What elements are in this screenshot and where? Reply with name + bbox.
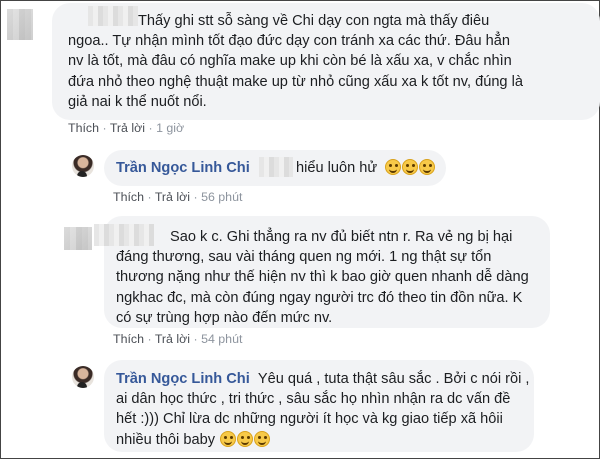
blurred-tag[interactable] bbox=[259, 157, 293, 177]
comment-text-line: đứa nhỏ theo nghệ thuật make up từ nhỏ c… bbox=[68, 73, 523, 90]
reply-bubble: Trần Ngọc Linh Chi hiểu luôn hử bbox=[104, 150, 446, 186]
reply-text-line: có sự trùng hợp nào đến mức nv. bbox=[116, 309, 333, 326]
author-avatar[interactable] bbox=[72, 155, 94, 177]
smiling-emoji-icon bbox=[237, 430, 254, 447]
separator: · bbox=[193, 332, 198, 346]
author-avatar[interactable] bbox=[72, 366, 94, 388]
like-link[interactable]: Thích bbox=[113, 190, 144, 204]
reply-text-line: đáng thương, sau vài tháng quen ng mới. … bbox=[116, 249, 492, 265]
reply-text-line: Yêu quá , tuta thật sâu sắc . Bởi c nói … bbox=[257, 371, 530, 387]
author-name[interactable]: Trần Ngọc Linh Chi bbox=[116, 371, 250, 387]
grinning-emoji-icon bbox=[402, 159, 419, 175]
grinning-emoji-icon bbox=[419, 159, 436, 175]
blurred-avatar[interactable] bbox=[64, 227, 92, 250]
reply-text: hiểu luôn hử bbox=[296, 160, 378, 176]
reply-link[interactable]: Trả lời bbox=[110, 121, 145, 135]
separator: · bbox=[148, 121, 153, 135]
separator: · bbox=[102, 121, 107, 135]
comment-text-line: Thấy ghi stt sỗ sàng về Chi dạy con ngta… bbox=[138, 13, 490, 29]
separator: · bbox=[193, 190, 198, 204]
timestamp[interactable]: 54 phút bbox=[201, 332, 242, 346]
separator: · bbox=[147, 190, 152, 204]
reply-text-tail: nhiều thôi baby bbox=[116, 431, 215, 448]
reply-text-line: thương nặng như thế hiện nv thì k bao gi… bbox=[116, 269, 529, 286]
author-name[interactable]: Trần Ngọc Linh Chi bbox=[116, 160, 250, 176]
smiling-emoji-icon bbox=[220, 430, 237, 447]
like-link[interactable]: Thích bbox=[68, 121, 99, 135]
reply-text-line-with-emoji: nhiều thôi baby bbox=[116, 430, 510, 450]
reply-link[interactable]: Trả lời bbox=[155, 190, 190, 204]
reply-bubble: Sao k c. Ghi thẳng ra nv đủ biết ntn r. … bbox=[94, 216, 550, 328]
reply-actions: Thích · Trả lời · 56 phút bbox=[113, 190, 242, 204]
blurred-avatar[interactable] bbox=[7, 9, 33, 40]
comment-text-line: ngoa.. Tự nhận mình tốt đạo đức dạy con … bbox=[68, 33, 510, 49]
reply-text-line: hết :))) Chỉ lừa dc những người ít học v… bbox=[116, 411, 503, 428]
comment-text-line: nv là tốt, mà đâu có nghĩa make up khi c… bbox=[68, 53, 512, 70]
reply-bubble: Trần Ngọc Linh Chi Yêu quá , tuta thật s… bbox=[104, 360, 534, 452]
grinning-emoji-icon bbox=[385, 159, 402, 175]
smiling-emoji-icon bbox=[254, 430, 271, 447]
timestamp[interactable]: 1 giờ bbox=[156, 121, 184, 135]
comment-text-line: giả nai k thể nuốt nổi. bbox=[68, 93, 207, 110]
blurred-author-name[interactable] bbox=[88, 6, 138, 26]
reply-text-line: ngkhac đc, mà còn đúng ngay người trc đó… bbox=[116, 289, 523, 306]
like-link[interactable]: Thích bbox=[113, 332, 144, 346]
separator: · bbox=[147, 332, 152, 346]
reply-text-line: Sao k c. Ghi thẳng ra nv đủ biết ntn r. … bbox=[170, 229, 513, 245]
reply-actions: Thích · Trả lời · 54 phút bbox=[113, 332, 242, 346]
timestamp[interactable]: 56 phút bbox=[201, 190, 242, 204]
reply-text-line: ai dân học thức , tri thức , sâu sắc họ … bbox=[116, 391, 511, 407]
reply-link[interactable]: Trả lời bbox=[155, 332, 190, 346]
comment-bubble: Thấy ghi stt sỗ sàng về Chi dạy con ngta… bbox=[52, 3, 600, 120]
blurred-author-name[interactable] bbox=[94, 224, 154, 246]
comment-actions: Thích · Trả lời · 1 giờ bbox=[68, 121, 184, 135]
